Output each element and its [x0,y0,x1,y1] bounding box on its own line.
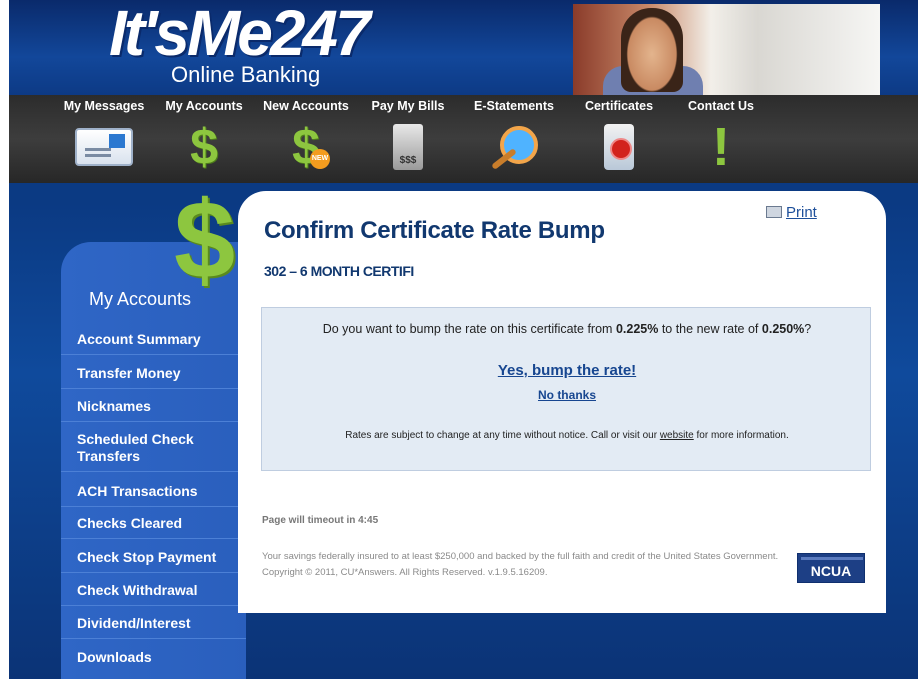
question-text: Do you want to bump the rate on this cer… [322,322,616,336]
page-title: Confirm Certificate Rate Bump [264,217,605,244]
magnifier-icon [484,119,544,175]
bill-icon: $$$ [378,119,438,175]
nav-label: My Messages [63,99,145,113]
nav-label: Contact Us [688,99,754,113]
dollar-new-icon: $ NEW [292,119,330,175]
rate-to: 0.250% [761,322,805,336]
header-banner: It'sMe247 Online Banking [9,0,918,95]
photo-face [621,8,683,92]
print-label: Print [786,204,817,221]
nav-pay-my-bills[interactable]: Pay My Bills $$$ [365,95,451,183]
nav-e-statements[interactable]: E-Statements [464,95,564,183]
dollar-icon: $ [174,179,236,302]
timeout-notice: Page will timeout in 4:45 [262,515,379,526]
confirm-question: Do you want to bump the rate on this cer… [262,322,872,336]
rate-from: 0.225% [615,322,659,336]
disclaimer-text: Rates are subject to change at any time … [345,430,660,441]
sidebar-item-ach-transactions[interactable]: ACH Transactions [61,483,246,507]
rates-disclaimer: Rates are subject to change at any time … [262,430,872,441]
logo-subtitle: Online Banking [171,62,321,87]
content-panel: Confirm Certificate Rate Bump Print 302 … [238,191,886,613]
ncua-logo[interactable]: NCUA [797,553,865,583]
exclamation-icon: ! [712,117,730,177]
main-nav: My Messages My Accounts $ New Accounts $… [9,95,918,183]
nav-label: Certificates [584,99,654,113]
sidebar-item-nicknames[interactable]: Nicknames [61,398,246,422]
sidebar-item-dividend-interest[interactable]: Dividend/Interest [61,615,246,639]
yes-bump-link[interactable]: Yes, bump the rate! [262,362,872,379]
page-frame: It'sMe247 Online Banking My Messages My … [9,0,918,679]
sidebar-item-transfer-money[interactable]: Transfer Money [61,365,246,389]
logo[interactable]: It'sMe247 Online Banking [105,0,371,94]
nav-contact-us[interactable]: Contact Us ! [679,95,763,183]
nav-label: New Accounts [263,99,349,113]
nav-my-messages[interactable]: My Messages [57,95,151,183]
sidebar-item-account-summary[interactable]: Account Summary [61,331,246,355]
account-name: 302 – 6 MONTH CERTIFI [264,263,414,279]
no-thanks-link[interactable]: No thanks [262,388,872,402]
website-link[interactable]: website [660,430,694,441]
nav-label: E-Statements [474,99,554,113]
printer-icon [766,206,782,218]
nav-certificates[interactable]: Certificates [575,95,663,183]
question-text: to the new rate of [658,322,762,336]
sidebar-item-check-withdrawal[interactable]: Check Withdrawal [61,582,246,606]
sidebar-item-downloads[interactable]: Downloads [61,649,246,672]
new-badge: NEW [310,149,330,169]
sidebar-item-checks-cleared[interactable]: Checks Cleared [61,515,246,539]
dollar-icon: $ [190,119,218,175]
banner-photo [573,4,880,95]
nav-label: My Accounts [165,99,243,113]
disclaimer-text: for more information. [693,430,789,441]
confirm-box: Do you want to bump the rate on this cer… [261,307,871,471]
print-link[interactable]: Print [766,204,817,221]
logo-brand: It'sMe247 [109,0,371,69]
sidebar-item-scheduled-check-transfers[interactable]: Scheduled Check Transfers [61,431,246,472]
nav-my-accounts[interactable]: My Accounts $ [157,95,251,183]
sidebar-item-check-stop-payment[interactable]: Check Stop Payment [61,549,246,573]
footer-text: Your savings federally insured to at lea… [262,551,779,578]
question-text: ? [804,322,812,336]
nav-new-accounts[interactable]: New Accounts $ NEW [257,95,355,183]
envelope-icon [74,119,134,175]
nav-label: Pay My Bills [371,99,445,113]
certificate-icon [589,119,649,175]
